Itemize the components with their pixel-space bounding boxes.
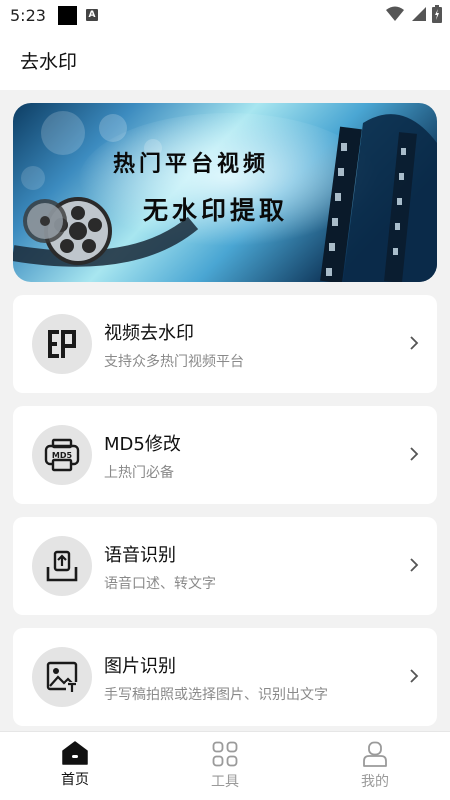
battery-icon [432,5,442,23]
home-icon [62,741,88,765]
chevron-right-icon [410,336,419,350]
card-icon-bg [32,314,92,374]
notification-a-icon: A [85,9,98,21]
grid-icon [212,741,238,767]
chevron-right-icon [410,669,419,683]
nav-tab-tools[interactable]: 工具 [150,732,300,800]
card-icon-bg [32,647,92,707]
nav-tab-home[interactable]: 首页 [0,732,150,800]
svg-text:MD5: MD5 [52,451,73,460]
chevron-right-icon [410,558,419,572]
card-title: 语音识别 [104,545,176,566]
banner-subheadline: 无水印提取 [143,196,289,225]
signal-icon [412,7,426,21]
card-subtitle: 上热门必备 [104,465,174,481]
banner-headline: 热门平台视频 [113,152,270,177]
status-time: 5:23 [10,5,46,25]
image-text-icon [46,661,78,694]
md5-printer-icon: MD5 [44,438,80,472]
card-voice-recognition[interactable]: 语音识别 语音口述、转文字 [13,517,437,615]
nav-tab-profile[interactable]: 我的 [300,732,450,800]
person-icon [363,741,387,767]
watermark-icon [48,330,76,358]
status-bar: 5:23 A [0,0,450,30]
upload-tray-icon [46,550,78,582]
wifi-icon [386,6,404,21]
nav-label: 首页 [61,772,89,788]
page-title: 去水印 [20,50,78,73]
card-title: 图片识别 [104,656,176,677]
nav-label: 工具 [211,774,239,790]
chevron-right-icon [410,447,419,461]
bottom-navigation: 首页 工具 我的 [0,731,450,800]
card-icon-bg [32,536,92,596]
nav-label: 我的 [361,774,389,790]
card-subtitle: 语音口述、转文字 [104,576,216,592]
card-video-watermark-removal[interactable]: 视频去水印 支持众多热门视频平台 [13,295,437,393]
card-title: 视频去水印 [104,323,194,344]
card-subtitle: 手写稿拍照或选择图片、识别出文字 [104,687,328,703]
app-bar: 去水印 [0,30,450,90]
promo-banner[interactable]: 热门平台视频 无水印提取 [13,103,437,282]
notification-square-icon [57,5,77,25]
card-image-recognition[interactable]: 图片识别 手写稿拍照或选择图片、识别出文字 [13,628,437,726]
card-subtitle: 支持众多热门视频平台 [104,354,244,370]
card-md5-modify[interactable]: MD5 MD5修改 上热门必备 [13,406,437,504]
card-icon-bg: MD5 [32,425,92,485]
status-icons [386,5,442,23]
card-title: MD5修改 [104,434,181,455]
